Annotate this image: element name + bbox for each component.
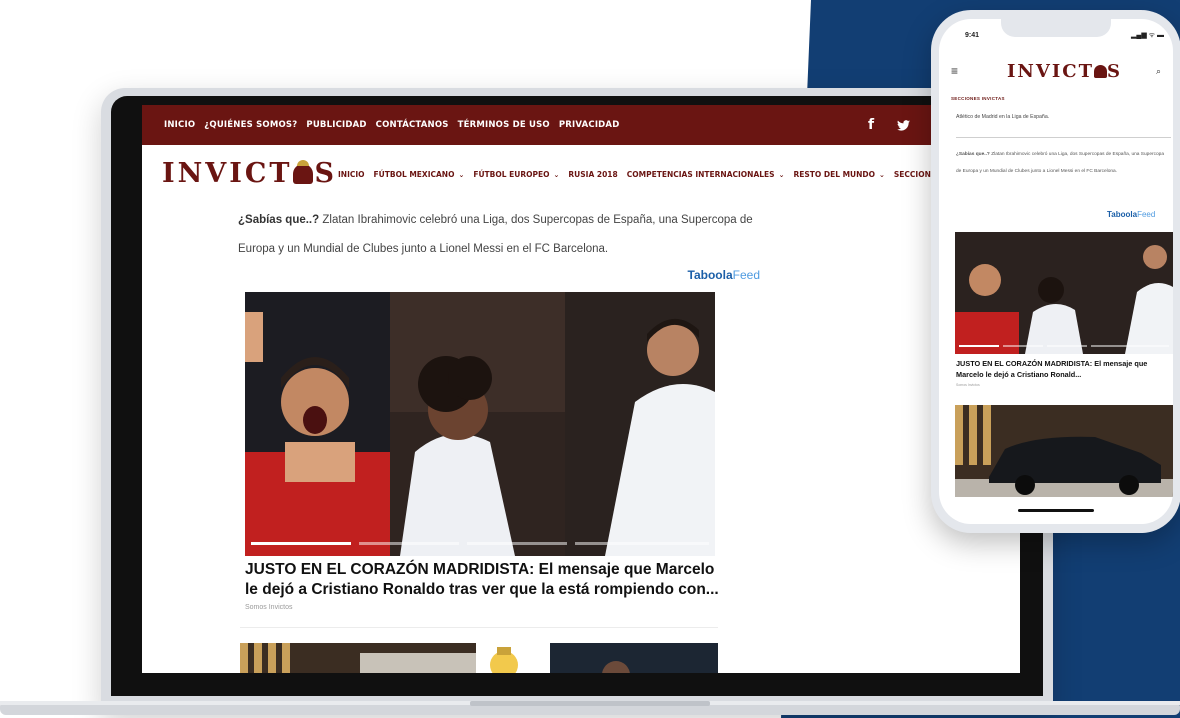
laptop-base — [0, 701, 1180, 715]
nav-label: FÚTBOL EUROPEO — [473, 169, 550, 179]
crest-icon — [478, 643, 530, 673]
phone-screen: 9:41 ▂▄▆ ᯤ ▬ ≡ INVICT S ⌕ SECCIONES INVIC… — [939, 19, 1173, 524]
nav-item-resto-del-mundo[interactable]: RESTO DEL MUNDO ⌄ — [793, 170, 884, 179]
facebook-icon[interactable]: f — [854, 105, 888, 145]
nav-item-inicio[interactable]: INICIO — [338, 170, 365, 179]
home-indicator — [1018, 509, 1094, 512]
search-icon[interactable]: ⌕ — [1156, 66, 1161, 77]
fact-lead: ¿Sabías que..? — [238, 214, 320, 226]
thumbnail-car[interactable] — [240, 643, 476, 673]
top-nav: INICIO ¿QUIÉNES SOMOS? PUBLICIDAD CONTÁC… — [164, 105, 619, 145]
phone-time: 9:41 — [965, 32, 980, 39]
hero-panel-marcelo — [390, 292, 565, 556]
taboola-feed-logo[interactable]: TaboolaFeed — [1107, 210, 1155, 219]
divider — [956, 137, 1171, 138]
chevron-down-icon: ⌄ — [553, 170, 560, 179]
nav-label: RESTO DEL MUNDO — [793, 169, 876, 179]
helmet-icon — [293, 160, 314, 184]
taboola-brand: Taboola — [1107, 210, 1138, 219]
phone-article-source: Somos Invictos — [956, 383, 980, 387]
article-source: Somos Invictos — [245, 604, 293, 611]
taboola-feed-label: Feed — [732, 268, 760, 282]
nav-label: COMPETENCIAS INTERNACIONALES — [626, 169, 775, 179]
sections-label[interactable]: SECCIONES INVICTAS — [951, 96, 1005, 101]
article-headline[interactable]: JUSTO EN EL CORAZÓN MADRIDISTA: El mensa… — [245, 560, 725, 600]
divider — [240, 627, 718, 628]
nav-item-competencias[interactable]: COMPETENCIAS INTERNACIONALES ⌄ — [627, 170, 785, 179]
phone-notch — [1001, 19, 1111, 37]
logo-text-left: INVICT — [1007, 61, 1094, 82]
nav-item-futbol-europeo[interactable]: FÚTBOL EUROPEO ⌄ — [473, 170, 559, 179]
did-you-know-text: ¿Sabías que..? Zlatan Ibrahimovic celebr… — [956, 146, 1170, 180]
taboola-feed-logo[interactable]: TaboolaFeed — [640, 268, 760, 282]
taboola-brand: Taboola — [687, 268, 733, 282]
logo-text-left: INVICT — [162, 158, 293, 189]
nav-label: INICIO — [338, 169, 365, 179]
hero-panel-ronaldo — [245, 292, 390, 556]
laptop-screen: INICIO ¿QUIÉNES SOMOS? PUBLICIDAD CONTÁC… — [142, 105, 1020, 673]
article-hero-image[interactable] — [245, 292, 715, 556]
fact-lead: ¿Sabías que..? — [956, 152, 990, 157]
phone-section-item[interactable]: Atlético de Madrid en la Liga de España. — [956, 114, 1049, 120]
helmet-icon — [1093, 65, 1107, 78]
phone-thumbnail-car[interactable] — [955, 405, 1173, 497]
top-bar: INICIO ¿QUIÉNES SOMOS? PUBLICIDAD CONTÁC… — [142, 105, 1020, 145]
topnav-quienes-somos[interactable]: ¿QUIÉNES SOMOS? — [204, 120, 297, 130]
site-header: INVICT S INICIO FÚTBOL MEXICANO ⌄ FÚTBOL E… — [142, 145, 1020, 203]
main-nav: INICIO FÚTBOL MEXICANO ⌄ FÚTBOL EUROPEO ⌄ … — [338, 145, 941, 203]
topnav-publicidad[interactable]: PUBLICIDAD — [306, 120, 366, 130]
site-logo[interactable]: INVICT S — [162, 158, 337, 189]
carousel-progress-4 — [575, 542, 709, 545]
phone-status-icons: ▂▄▆ ᯤ ▬ — [1131, 32, 1165, 39]
did-you-know-text: ¿Sabías que..? Zlatan Ibrahimovic celebr… — [238, 206, 758, 264]
taboola-feed-label: Feed — [1137, 210, 1156, 219]
hamburger-menu-icon[interactable]: ≡ — [951, 64, 958, 78]
topnav-contactanos[interactable]: CONTÁCTANOS — [376, 120, 449, 130]
logo-text-right: S — [1106, 61, 1122, 82]
nav-label: FÚTBOL MEXICANO — [373, 169, 455, 179]
carousel-progress-2 — [359, 542, 459, 545]
phone-article-headline[interactable]: JUSTO EN EL CORAZÓN MADRIDISTA: El mensa… — [956, 358, 1173, 380]
thumbnail-player[interactable] — [550, 643, 718, 673]
phone-article-hero-image[interactable] — [955, 232, 1173, 354]
topnav-privacidad[interactable]: PRIVACIDAD — [559, 120, 620, 130]
twitter-icon[interactable] — [886, 105, 920, 145]
chevron-down-icon: ⌄ — [458, 170, 465, 179]
nav-item-rusia-2018[interactable]: RUSIA 2018 — [568, 170, 617, 179]
phone-frame: 9:41 ▂▄▆ ᯤ ▬ ≡ INVICT S ⌕ SECCIONES INVIC… — [931, 10, 1180, 533]
chevron-down-icon: ⌄ — [778, 170, 785, 179]
carousel-progress-3 — [467, 542, 567, 545]
topnav-terminos[interactable]: TÉRMINOS DE USO — [458, 120, 550, 130]
nav-item-futbol-mexicano[interactable]: FÚTBOL MEXICANO ⌄ — [374, 170, 465, 179]
phone-logo[interactable]: INVICT S — [1007, 61, 1122, 82]
carousel-progress-1 — [251, 542, 351, 545]
chevron-down-icon: ⌄ — [879, 170, 885, 179]
hero-panel-ronaldo-madrid — [565, 292, 715, 556]
logo-text-right: S — [314, 158, 337, 189]
topnav-inicio[interactable]: INICIO — [164, 120, 195, 130]
nav-label: RUSIA 2018 — [568, 169, 618, 179]
